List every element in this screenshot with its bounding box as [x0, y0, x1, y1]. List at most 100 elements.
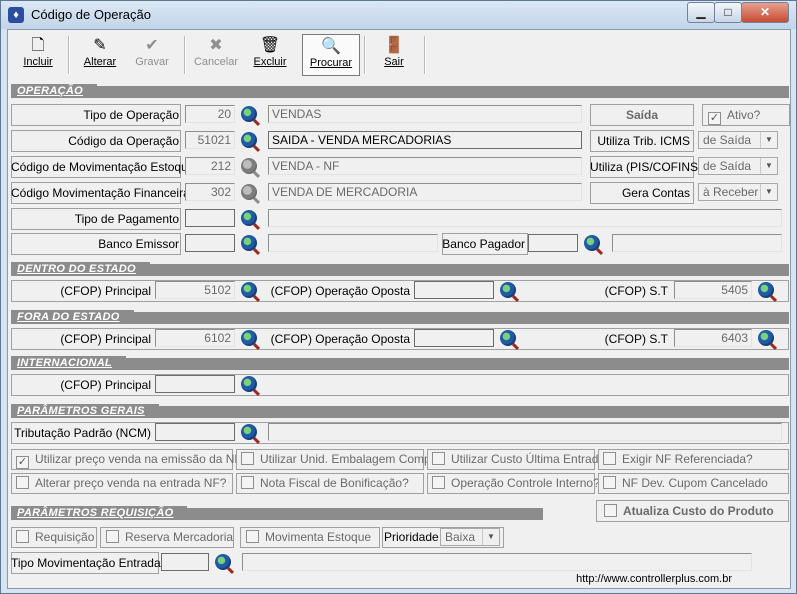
procurar-label: Procurar	[309, 57, 353, 69]
gera-contas-value: à Receber	[703, 185, 759, 199]
internacional-principal-input[interactable]	[155, 375, 235, 393]
fora-st-input[interactable]: 6403	[674, 329, 752, 347]
minimize-button[interactable]: ▁	[687, 2, 715, 23]
incluir-button[interactable]: 🗋 Incluir	[16, 34, 60, 76]
ncm-desc	[268, 423, 782, 441]
mov-estoque-desc: VENDA - NF	[268, 157, 582, 175]
lookup-icon[interactable]	[241, 132, 257, 148]
toolbar-separator	[424, 36, 426, 74]
banco-pagador-label: Banco Pagador	[442, 237, 525, 251]
trib-icms-value: de Saída	[703, 133, 752, 147]
close-button[interactable]: ✕	[741, 2, 789, 23]
lookup-icon[interactable]	[215, 554, 231, 570]
tipo-operacao-code[interactable]: 20	[185, 105, 235, 123]
check-reserva-mercadoria[interactable]: Reserva Mercadoria	[106, 528, 233, 546]
tipo-mov-entrada-input[interactable]	[161, 553, 209, 571]
alterar-button[interactable]: ✎ Alterar	[78, 34, 122, 76]
lookup-icon[interactable]	[241, 235, 257, 251]
gera-contas-label: Gera Contas	[621, 186, 690, 200]
ativo-checkbox[interactable]: ✓ Ativo?	[708, 106, 760, 125]
lookup-icon[interactable]	[241, 376, 257, 392]
check-movimenta-estoque[interactable]: Movimenta Estoque	[246, 528, 371, 546]
check-preco-venda-emissao[interactable]: ✓ Utilizar preço venda na emissão da NF?	[16, 450, 248, 469]
codigo-operacao-label: Código da Operação	[68, 134, 179, 148]
alterar-label: Alterar	[83, 56, 117, 68]
check-exigir-nf-referenciada[interactable]: Exigir NF Referenciada?	[603, 450, 753, 468]
fora-oposta-input[interactable]	[414, 329, 494, 347]
trash-icon: 🗑	[259, 37, 281, 54]
lookup-icon[interactable]	[758, 282, 774, 298]
maximize-button[interactable]: □	[714, 2, 742, 23]
checkbox-label: Reserva Mercadoria	[125, 530, 234, 544]
atualiza-custo-checkbox[interactable]: Atualiza Custo do Produto	[604, 502, 774, 520]
chevron-down-icon: ▼	[482, 529, 499, 545]
lookup-icon[interactable]	[500, 330, 516, 346]
dentro-oposta-input[interactable]	[414, 281, 494, 299]
check-custo-ultima-entrada[interactable]: Utilizar Custo Última Entrada	[432, 450, 605, 468]
section-title: DENTRO DO ESTADO	[11, 262, 150, 276]
fora-principal-input[interactable]: 6102	[155, 329, 235, 347]
lookup-icon[interactable]	[241, 282, 257, 298]
ncm-input[interactable]	[155, 423, 235, 441]
lookup-icon[interactable]	[241, 158, 257, 174]
trib-icms-select[interactable]: de Saída ▼	[698, 131, 778, 149]
dentro-oposta-label: (CFOP) Operação Oposta	[270, 284, 410, 298]
lookup-icon[interactable]	[758, 330, 774, 346]
checkbox	[432, 476, 445, 489]
lookup-icon[interactable]	[241, 330, 257, 346]
lookup-icon[interactable]	[584, 235, 600, 251]
check-nf-dev-cupom[interactable]: NF Dev. Cupom Cancelado	[603, 474, 768, 492]
prioridade-select[interactable]: Baixa ▼	[440, 528, 500, 546]
checkbox	[106, 530, 119, 543]
checkbox	[241, 452, 254, 465]
codigo-operacao-desc[interactable]: SAIDA - VENDA MERCADORIAS	[268, 131, 582, 149]
excluir-button[interactable]: 🗑 Excluir	[246, 34, 294, 76]
procurar-button[interactable]: 🔍 Procurar	[302, 34, 360, 76]
dentro-st-input[interactable]: 5405	[674, 281, 752, 299]
lookup-icon[interactable]	[241, 184, 257, 200]
gravar-label: Gravar	[135, 56, 169, 68]
checkbox-label: Requisição	[35, 530, 95, 544]
banco-emissor-label: Banco Emissor	[98, 237, 179, 251]
checkbox-label: Alterar preço venda na entrada NF?	[35, 476, 227, 490]
section-dentro-estado: DENTRO DO ESTADO	[11, 262, 789, 276]
check-alterar-preco-venda[interactable]: Alterar preço venda na entrada NF?	[16, 474, 226, 492]
checkbox-label: Utilizar Unid. Embalagem Compra	[260, 452, 442, 466]
banco-emissor-code[interactable]	[185, 234, 235, 252]
x-icon: ✖	[209, 37, 223, 54]
pis-cofins-select[interactable]: de Saída ▼	[698, 157, 778, 175]
mov-financeira-code[interactable]: 302	[185, 183, 235, 201]
toolbar-separator	[184, 36, 186, 74]
check-controle-interno[interactable]: Operação Controle Interno?	[432, 474, 600, 492]
app-icon: ♦	[8, 7, 24, 23]
chevron-down-icon: ▼	[760, 184, 777, 200]
sair-button[interactable]: 🚪 Sair	[372, 34, 416, 76]
section-title: OPERAÇÃO	[11, 84, 97, 98]
lookup-icon[interactable]	[500, 282, 516, 298]
window-title: Código de Operação	[31, 7, 151, 22]
check-unid-embalagem[interactable]: Utilizar Unid. Embalagem Compra	[241, 450, 441, 468]
codigo-operacao-code[interactable]: 51021	[185, 131, 235, 149]
status-url: http://www.controllerplus.com.br	[576, 573, 732, 585]
saida-tag: Saída	[625, 108, 658, 122]
checkbox-label: Utilizar Custo Última Entrada	[451, 452, 606, 466]
gera-contas-select[interactable]: à Receber ▼	[698, 183, 778, 201]
tipo-pagamento-code[interactable]	[185, 209, 235, 227]
cancelar-label: Cancelar	[193, 56, 239, 68]
banco-pagador-code[interactable]	[528, 234, 578, 252]
prioridade-label: Prioridade	[384, 530, 439, 544]
lookup-icon[interactable]	[241, 106, 257, 122]
lookup-icon[interactable]	[241, 210, 257, 226]
checkbox	[432, 452, 445, 465]
checkbox	[241, 476, 254, 489]
check-requisicao[interactable]: Requisição	[16, 528, 94, 546]
gravar-button[interactable]: ✔ Gravar	[130, 34, 174, 76]
checkmark-icon: ✔	[145, 37, 159, 54]
tipo-pagamento-desc	[268, 209, 782, 227]
dentro-principal-input[interactable]: 5102	[155, 281, 235, 299]
cancelar-button[interactable]: ✖ Cancelar	[192, 34, 240, 76]
lookup-icon[interactable]	[241, 424, 257, 440]
check-bonificacao[interactable]: Nota Fiscal de Bonificação?	[241, 474, 409, 492]
mov-estoque-code[interactable]: 212	[185, 157, 235, 175]
checkbox	[604, 504, 617, 517]
